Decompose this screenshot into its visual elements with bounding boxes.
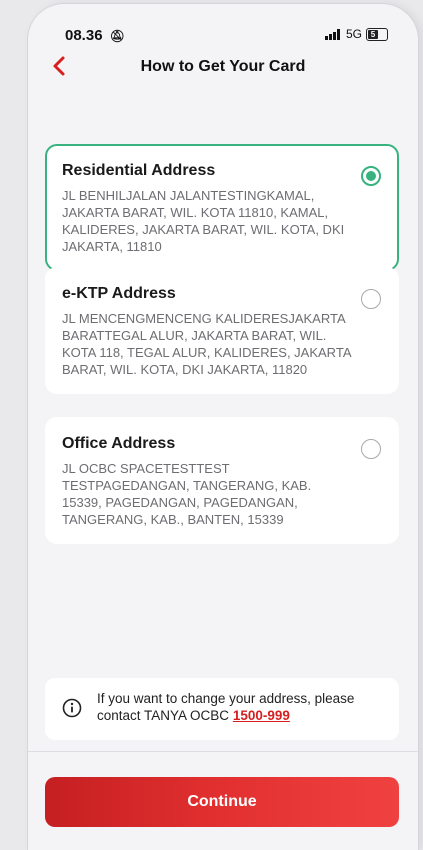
address-option-text: JL BENHILJALAN JALANTESTINGKAMAL, JAKART… (62, 188, 345, 254)
page-title: How to Get Your Card (140, 58, 306, 75)
header: How to Get Your Card (28, 54, 418, 84)
address-option-text: JL MENCENGMENCENG KALIDERESJAKARTA BARAT… (62, 311, 351, 377)
info-box: If you want to change your address, plea… (45, 678, 399, 740)
address-option-text: JL OCBC SPACETESTTEST TESTPAGEDANGAN, TA… (62, 461, 312, 527)
mute-icon: 🔕︎ (109, 29, 125, 43)
continue-button[interactable]: Continue (45, 777, 399, 827)
info-icon (62, 698, 82, 718)
network-label: 5G (345, 27, 362, 41)
address-option-office[interactable]: Office Address JL OCBC SPACETESTTEST TES… (45, 417, 399, 544)
divider (28, 751, 418, 752)
phone-screen: 08.36 🔕︎ 5G 5 How to Get Your Card Resid… (28, 4, 418, 850)
time-text: 08.36 (65, 27, 103, 44)
address-option-title: Residential Address (62, 162, 216, 179)
address-option-title: e-KTP Address (62, 285, 176, 302)
battery-icon: 5 (366, 27, 388, 41)
battery-level: 5 (368, 29, 378, 39)
phone-link[interactable]: 1500-999 (233, 708, 290, 723)
radio-selected-icon[interactable] (361, 166, 381, 186)
signal-icon (324, 28, 340, 40)
status-bar: 08.36 🔕︎ 5G 5 (28, 4, 418, 44)
address-option-title: Office Address (62, 435, 176, 452)
address-option-residential[interactable]: Residential Address JL BENHILJALAN JALAN… (45, 144, 399, 271)
radio-unselected-icon[interactable] (361, 289, 381, 309)
status-indicators: 5G 5 (324, 27, 388, 41)
info-text: If you want to change your address, plea… (97, 691, 355, 723)
status-time: 08.36 🔕︎ (65, 27, 125, 44)
address-option-ektp[interactable]: e-KTP Address JL MENCENGMENCENG KALIDERE… (45, 267, 399, 394)
radio-unselected-icon[interactable] (361, 439, 381, 459)
